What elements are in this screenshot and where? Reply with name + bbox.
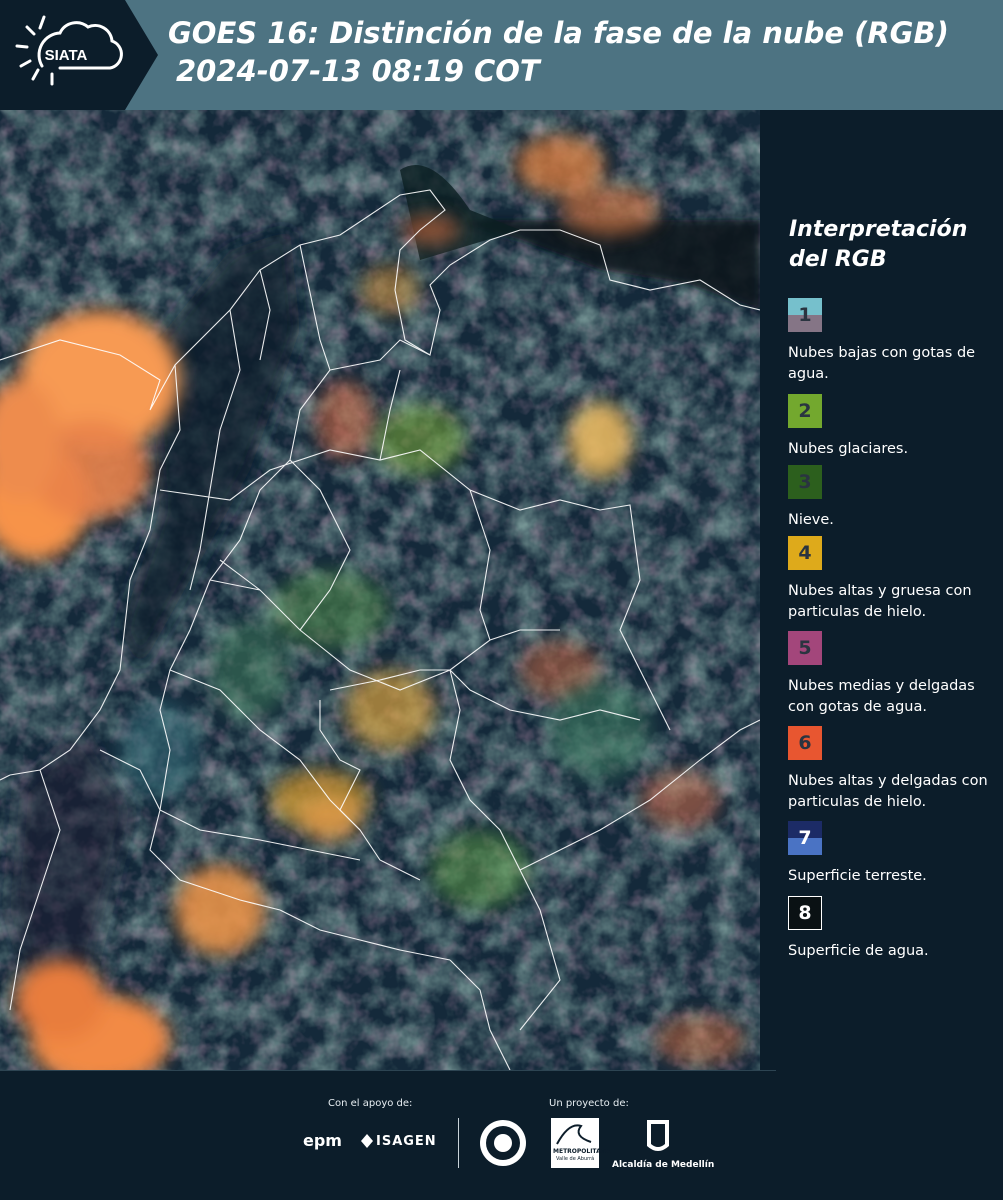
legend-title: Interpretación del RGB bbox=[789, 217, 968, 272]
legend-swatch: 4 bbox=[788, 536, 822, 570]
metropolitana-subtext: Valle de Aburrá bbox=[556, 1156, 595, 1162]
legend-number: 3 bbox=[798, 471, 812, 493]
legend-label: Nieve. bbox=[788, 512, 834, 528]
legend-label: Superficie terreste. bbox=[788, 868, 927, 884]
seal-icon bbox=[478, 1118, 528, 1168]
legend-label: Nubes medias y delgadas con gotas de agu… bbox=[788, 678, 975, 715]
legend-panel: Interpretación del RGB 1 Nubes bajas con … bbox=[760, 110, 1003, 1070]
legend-label: Nubes bajas con gotas de agua. bbox=[788, 345, 976, 382]
header-bar: SIATA GOES 16: Distinción de la fase de … bbox=[0, 0, 1003, 110]
legend-number: 2 bbox=[798, 400, 812, 422]
legend-label: Superficie de agua. bbox=[788, 943, 929, 959]
legend-swatch: 3 bbox=[788, 465, 822, 499]
legend-number: 1 bbox=[798, 304, 812, 326]
title-line-2: 2024-07-13 08:19 COT bbox=[176, 54, 540, 88]
isagen-icon bbox=[361, 1133, 373, 1148]
metropolitana-text: METROPOLITANA bbox=[553, 1148, 611, 1155]
legend-number: 4 bbox=[798, 542, 812, 564]
title-line-1: GOES 16: Distinción de la fase de la nub… bbox=[168, 16, 949, 50]
siata-logo: SIATA bbox=[0, 0, 158, 110]
metropolitana-logo: METROPOLITANA Valle de Aburrá bbox=[551, 1118, 610, 1168]
medellin-shield-icon bbox=[645, 1118, 671, 1156]
legend-swatch: 1 bbox=[788, 298, 822, 332]
page-title: GOES 16: Distinción de la fase de la nub… bbox=[168, 14, 949, 90]
legend-swatch: 5 bbox=[788, 631, 822, 665]
satellite-image bbox=[0, 110, 760, 1070]
legend-number: 5 bbox=[798, 637, 812, 659]
support-label: Con el apoyo de: bbox=[328, 1098, 413, 1109]
legend-number: 7 bbox=[798, 827, 812, 849]
legend-swatch: 8 bbox=[788, 896, 822, 930]
legend-swatch: 7 bbox=[788, 821, 822, 855]
legend-label: Nubes glaciares. bbox=[788, 441, 909, 457]
epm-logo: epm bbox=[303, 1131, 342, 1150]
legend-label: Nubes altas y gruesa con particulas de h… bbox=[788, 583, 972, 620]
legend-number: 8 bbox=[798, 902, 812, 924]
isagen-logo: ISAGEN bbox=[376, 1134, 437, 1149]
legend-number: 6 bbox=[798, 732, 812, 754]
legend-swatch: 6 bbox=[788, 726, 822, 760]
logo-text: SIATA bbox=[45, 47, 88, 64]
footer: Con el apoyo de: Un proyecto de: epm ISA… bbox=[0, 1070, 1003, 1200]
medellin-logo: Alcaldía de Medellín bbox=[612, 1160, 715, 1170]
legend-swatch: 2 bbox=[788, 394, 822, 428]
legend-label: Nubes altas y delgadas con particulas de… bbox=[788, 773, 988, 810]
footer-divider bbox=[0, 1070, 776, 1071]
project-label: Un proyecto de: bbox=[549, 1098, 629, 1109]
footer-separator bbox=[458, 1118, 459, 1168]
